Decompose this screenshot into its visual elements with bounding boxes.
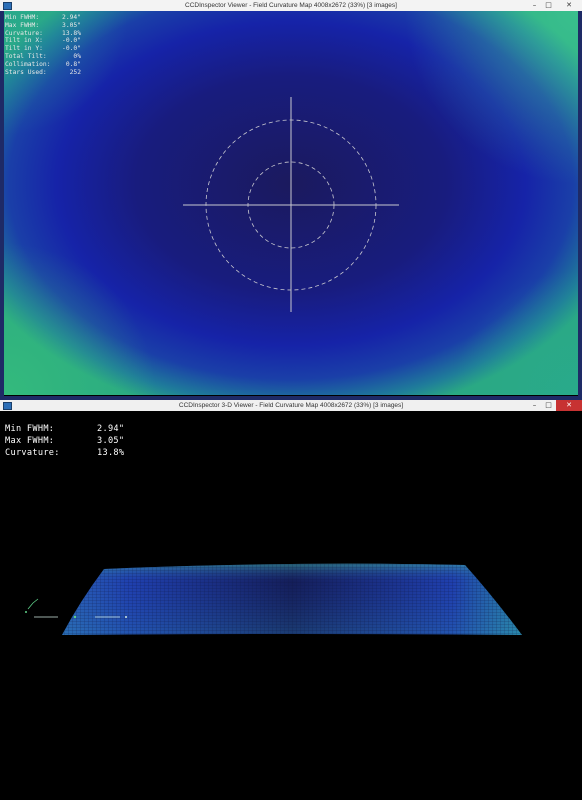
3d-viewport-canvas[interactable]: Min FWHM: 2.94" Max FWHM: 3.05" Curvature: 13… xyxy=(0,411,582,800)
stat-value: 3.05" xyxy=(62,21,81,29)
axis-tick xyxy=(25,611,27,613)
stat-row: Collimation: 0.8" xyxy=(5,61,81,69)
maximize-button[interactable]: □ xyxy=(542,400,555,411)
surface-mesh xyxy=(62,563,522,635)
stat-label: Stars Used: xyxy=(5,68,47,76)
window-title: CCDInspector 3-D Viewer - Field Curvatur… xyxy=(178,402,404,409)
stat-row: Min FWHM: 2.94" xyxy=(5,14,81,22)
stat-label: Max FWHM: xyxy=(5,21,40,29)
stat-label: Total Tilt: xyxy=(5,52,47,60)
stat-value: -0.0" xyxy=(62,45,81,53)
minimize-button[interactable]: – xyxy=(528,0,541,11)
stat-row: Stars Used: 252 xyxy=(5,69,81,77)
close-button[interactable]: ✕ xyxy=(556,400,582,411)
y-axis-line xyxy=(27,598,39,610)
axis-origin xyxy=(73,615,77,619)
stat-value: 13.8% xyxy=(62,29,81,37)
minimize-button[interactable]: – xyxy=(528,400,541,411)
stat-value: 0% xyxy=(73,52,81,60)
stat-label: Curvature: xyxy=(5,29,43,37)
map-statistics-panel: Min FWHM: 2.94" Max FWHM: 3.05" Curvature: 13… xyxy=(5,14,81,76)
stat-label: Collimation: xyxy=(5,60,51,68)
curvature-map-window: CCDInspector Viewer - Field Curvature Ma… xyxy=(0,0,582,400)
stat-value: 0.8" xyxy=(65,60,81,68)
stat-label: Tilt in X: xyxy=(5,37,43,45)
stat-value: 2.94" xyxy=(62,14,81,21)
crosshair-overlay xyxy=(183,97,399,312)
maximize-button[interactable]: □ xyxy=(542,0,555,11)
stat-row: Tilt in Y: -0.0" xyxy=(5,45,81,53)
stat-row: Max FWHM: 3.05" xyxy=(5,22,81,30)
stat-row: Total Tilt: 0% xyxy=(5,53,81,61)
3d-viewer-window: CCDInspector 3-D Viewer - Field Curvatur… xyxy=(0,400,582,800)
curvature-map-canvas[interactable] xyxy=(4,11,578,395)
axis-tick xyxy=(125,616,127,618)
close-button[interactable]: ✕ xyxy=(556,0,582,11)
stat-value: 252 xyxy=(69,68,81,76)
stat-label: Min FWHM: xyxy=(5,14,40,21)
window-title: CCDInspector Viewer - Field Curvature Ma… xyxy=(185,2,397,9)
stat-row: Tilt in X: -0.0" xyxy=(5,37,81,45)
stat-row: Curvature: 13.8% xyxy=(5,30,81,38)
3d-surface-plot xyxy=(25,563,522,635)
stat-value: -0.0" xyxy=(62,37,81,45)
stat-label: Tilt in Y: xyxy=(5,45,43,53)
